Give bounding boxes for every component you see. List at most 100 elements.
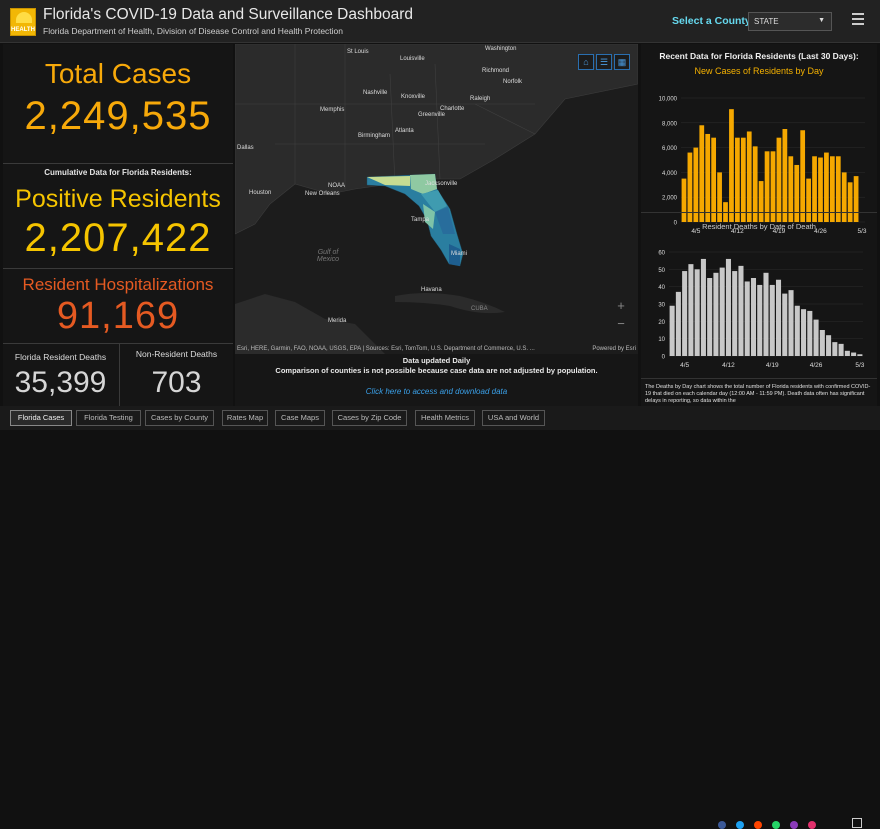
tab-cases-by-zip[interactable]: Cases by Zip Code xyxy=(332,410,407,426)
total-cases-label: Total Cases xyxy=(44,58,192,89)
map-label-merida: Merida xyxy=(328,318,347,324)
chart-bar[interactable] xyxy=(675,291,681,356)
chart-bar[interactable] xyxy=(740,137,746,222)
tab-florida-testing[interactable]: Florida Testing xyxy=(76,410,141,426)
whatsapp-icon[interactable] xyxy=(772,821,780,829)
chart-bar[interactable] xyxy=(775,279,782,356)
chart-bar[interactable] xyxy=(719,267,725,356)
new-cases-chart[interactable]: 10,0008,0006,0004,0002,00004/5 4/12 4/19 4/… xyxy=(641,80,877,240)
county-select[interactable]: STATE ▼ xyxy=(748,12,832,31)
chart-bar[interactable] xyxy=(699,125,705,222)
chart-bar[interactable] xyxy=(757,284,763,356)
total-cases-panel: Total Cases 2,249,535 xyxy=(3,44,233,164)
attribution-text: Esri, HERE, Garmin, FAO, NOAA, USGS, EPA… xyxy=(237,346,535,352)
download-data-link[interactable]: Click here to access and download data xyxy=(235,387,638,396)
home-icon[interactable]: ⌂ xyxy=(578,54,594,70)
chart-bar[interactable] xyxy=(711,137,717,222)
chart-bar[interactable] xyxy=(729,109,734,222)
chart-bar[interactable] xyxy=(682,271,688,356)
chart-bar[interactable] xyxy=(681,178,687,222)
map-label-knoxville: Knoxville xyxy=(401,94,426,100)
chart-bar[interactable] xyxy=(794,164,800,222)
zoom-out-button[interactable]: − xyxy=(614,317,628,331)
chart-bar[interactable] xyxy=(801,309,807,356)
chart-bar[interactable] xyxy=(813,319,819,356)
chart-bar[interactable] xyxy=(713,272,719,356)
tab-florida-cases[interactable]: Florida Cases xyxy=(10,410,72,426)
chart-bar[interactable] xyxy=(769,284,775,356)
chart-bar[interactable] xyxy=(788,290,794,356)
list-icon[interactable]: ☰ xyxy=(596,54,612,70)
powered-by-esri[interactable]: Powered by Esri xyxy=(592,346,636,352)
header: HEALTH Florida's COVID-19 Data and Surve… xyxy=(0,0,880,43)
map-label-noaa: NOAA xyxy=(328,183,346,189)
hamburger-menu-icon[interactable] xyxy=(852,13,864,25)
chart-bar[interactable] xyxy=(832,342,838,356)
tab-rates-map[interactable]: Rates Map xyxy=(222,410,268,426)
reddit-icon[interactable] xyxy=(754,821,762,829)
chart-bar[interactable] xyxy=(844,350,850,356)
chart-bar[interactable] xyxy=(782,293,788,356)
chart-bar[interactable] xyxy=(688,264,694,356)
chart-bar[interactable] xyxy=(807,310,813,356)
x-tick-label: 5/3 xyxy=(855,362,864,369)
map-label-nashville: Nashville xyxy=(363,90,388,96)
map-attribution: Esri, HERE, Garmin, FAO, NOAA, USGS, EPA… xyxy=(237,346,636,352)
map-label-tampa: Tampa xyxy=(411,217,430,223)
x-tick-label: 4/26 xyxy=(810,362,823,369)
zoom-in-button[interactable]: + xyxy=(614,299,628,313)
facebook-icon[interactable] xyxy=(718,821,726,829)
chart-bar[interactable] xyxy=(717,172,722,222)
chart-bar[interactable] xyxy=(694,269,700,356)
chart-bar[interactable] xyxy=(806,178,811,222)
email-icon[interactable] xyxy=(808,821,816,829)
twitter-icon[interactable] xyxy=(736,821,744,829)
chart-bar[interactable] xyxy=(746,131,752,222)
chart-bar[interactable] xyxy=(700,258,706,356)
florida-choropleth[interactable] xyxy=(235,44,638,354)
hospitalizations-panel: Resident Hospitalizations 91,169 xyxy=(3,269,233,344)
chart-bar[interactable] xyxy=(707,278,713,356)
chart-bar[interactable] xyxy=(738,265,744,356)
chart-bar[interactable] xyxy=(841,172,847,222)
external-link-icon[interactable] xyxy=(852,818,862,828)
chart-bar[interactable] xyxy=(725,258,731,356)
map-label-atlanta: Atlanta xyxy=(395,128,414,134)
county-map[interactable]: St Louis Louisville Washington Richmond … xyxy=(235,44,638,354)
nonresident-deaths-value: 703 xyxy=(151,366,202,399)
chart-bar[interactable] xyxy=(819,330,825,356)
tab-cases-by-county[interactable]: Cases by County xyxy=(145,410,214,426)
bottom-tab-bar: Florida Cases Florida Testing Cases by C… xyxy=(0,406,880,829)
county-select-label: Select a County xyxy=(672,15,751,27)
y-tick-label: 4,000 xyxy=(662,171,678,177)
y-tick-label: 60 xyxy=(658,251,665,257)
tab-health-metrics[interactable]: Health Metrics xyxy=(415,410,475,426)
chart-bar[interactable] xyxy=(838,343,844,356)
chart-bar[interactable] xyxy=(732,271,738,356)
tab-case-maps[interactable]: Case Maps xyxy=(275,410,325,426)
chart-bar[interactable] xyxy=(763,272,769,356)
chart-bar[interactable] xyxy=(735,137,740,222)
chart-bar[interactable] xyxy=(851,352,857,356)
chart-bar[interactable] xyxy=(794,305,800,356)
chart-bar[interactable] xyxy=(752,146,758,222)
y-tick-label: 40 xyxy=(658,285,665,291)
tab-usa-and-world[interactable]: USA and World xyxy=(482,410,545,426)
chart-bar[interactable] xyxy=(853,176,859,222)
deaths-chart[interactable]: 60 50 40 30 20 10 0 4/5 4/12 4/19 4/26 5/3 xyxy=(641,238,877,376)
chart-bar[interactable] xyxy=(847,182,853,222)
chart-bar[interactable] xyxy=(857,354,863,356)
chart-bar[interactable] xyxy=(776,137,782,222)
chart-bar[interactable] xyxy=(744,281,750,356)
chart-bar[interactable] xyxy=(758,181,764,222)
instagram-icon[interactable] xyxy=(790,821,798,829)
chart-bar[interactable] xyxy=(705,133,711,222)
chart-bar[interactable] xyxy=(693,147,699,222)
chart-bar[interactable] xyxy=(782,129,788,222)
chart-bar[interactable] xyxy=(800,130,806,222)
chart-bar[interactable] xyxy=(826,335,832,356)
chart-bar[interactable] xyxy=(750,278,757,356)
deaths-panel: Florida Resident Deaths 35,399 Non-Resid… xyxy=(3,344,233,406)
grid-icon[interactable]: ▦ xyxy=(614,54,630,70)
chart-bar[interactable] xyxy=(669,305,675,356)
